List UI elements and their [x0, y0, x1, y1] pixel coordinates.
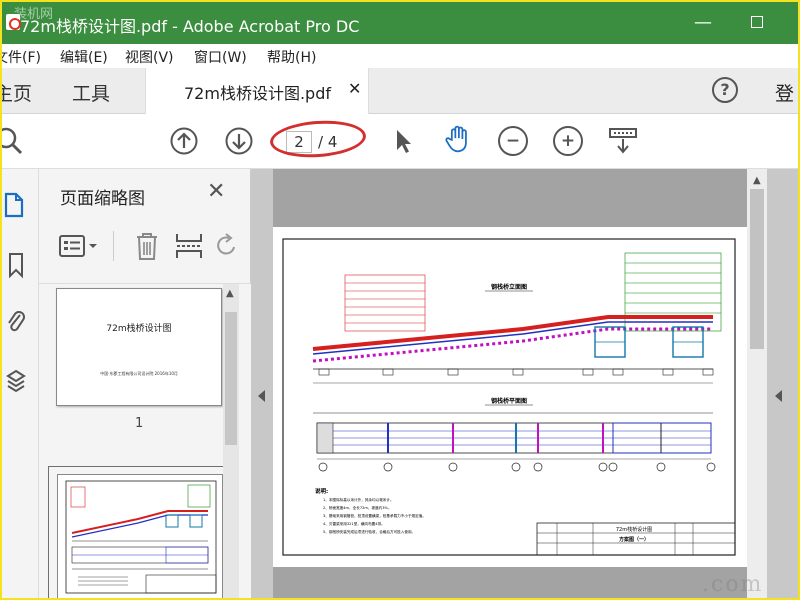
menu-file[interactable]: 文件(F) [2, 47, 41, 67]
thumbnails-close-icon[interactable]: ✕ [207, 179, 225, 204]
search-icon[interactable] [0, 126, 24, 156]
next-page-icon[interactable] [224, 126, 254, 156]
thumbnails-panel-title: 页面缩略图 [60, 189, 145, 209]
page-thumbnail-2[interactable] [57, 474, 223, 598]
maximize-icon [751, 16, 763, 28]
toolbar-divider [113, 231, 114, 261]
title-block-sheet: 方案图（一） [619, 536, 649, 543]
maximize-button[interactable] [742, 8, 772, 38]
scroll-mode-icon[interactable] [608, 126, 638, 156]
navigation-pane-icons [2, 169, 39, 598]
elevation-title: 钢栈桥立面图 [491, 283, 527, 291]
thumbnails-panel: 页面缩略图 ✕ 72m栈桥设计图 中国·东郡工程有限公司设计院 2016年10月… [39, 169, 251, 598]
plan-title: 钢栈桥平面图 [491, 397, 527, 405]
layers-icon[interactable] [6, 367, 26, 395]
title-block-title: 72m栈桥设计图 [616, 526, 652, 533]
previous-page-area [273, 169, 747, 227]
note-5: 5、钢栈桥安装完成后须进行验收，合格后方可投入使用。 [323, 529, 415, 534]
tab-document-label: 72m栈桥设计图.pdf [184, 84, 331, 103]
page-thumbnails-icon[interactable] [4, 191, 24, 219]
thumbnail-options-icon[interactable] [59, 233, 99, 259]
pdf-page-2: 钢栈桥立面图 钢栈桥平面图 说明: 1、本图除标高以米计外，其余均以毫米计。 2… [273, 227, 747, 567]
notes-title: 说明: [315, 487, 328, 495]
minimize-button[interactable]: — [688, 8, 718, 38]
scroll-up-icon[interactable]: ▲ [226, 288, 234, 299]
rotate-page-icon[interactable] [216, 233, 238, 261]
watermark-bottom: .com [702, 572, 764, 597]
thumbnail-2-drawing [65, 480, 217, 594]
thumbnails-scrollbar[interactable]: ▲ [223, 284, 239, 598]
insert-page-icon[interactable] [174, 231, 204, 261]
thumbnail-2-selection [48, 466, 230, 598]
menu-edit[interactable]: 编辑(E) [60, 47, 108, 67]
menu-window[interactable]: 窗口(W) [194, 47, 247, 67]
expand-right-pane-icon[interactable] [775, 390, 782, 402]
bookmarks-icon[interactable] [6, 251, 26, 279]
engineering-drawing: 钢栈桥立面图 钢栈桥平面图 说明: 1、本图除标高以米计外，其余均以毫米计。 2… [282, 238, 736, 556]
thumbnail-1-subtitle: 中国·东郡工程有限公司设计院 2016年10月 [100, 371, 178, 376]
note-2: 2、桥面宽度4m，全长72m，坡度约3%。 [323, 505, 392, 510]
scroll-up-icon[interactable]: ▲ [753, 175, 761, 186]
zoom-out-icon[interactable]: − [498, 126, 528, 156]
login-button[interactable]: 登 [775, 79, 794, 106]
thumbnail-1-title: 72m栈桥设计图 [106, 324, 172, 334]
tab-tools[interactable]: 工具 [72, 79, 110, 106]
attachments-icon[interactable] [6, 309, 26, 337]
collapse-left-pane-icon[interactable] [258, 390, 265, 402]
page-thumbnail-1[interactable]: 72m栈桥设计图 中国·东郡工程有限公司设计院 2016年10月 [56, 288, 222, 406]
help-icon[interactable]: ? [712, 77, 738, 103]
delete-page-icon[interactable] [134, 231, 160, 261]
menu-view[interactable]: 视图(V) [125, 47, 174, 67]
document-scrollbar-thumb[interactable] [750, 189, 764, 349]
next-page-area [273, 567, 747, 598]
tab-home[interactable]: 主页 [2, 79, 32, 106]
thumbnails-toolbar [53, 227, 243, 267]
thumbnails-scrollbar-thumb[interactable] [225, 312, 237, 445]
document-scrollbar[interactable]: ▲ [747, 169, 767, 598]
note-1: 1、本图除标高以米计外，其余均以毫米计。 [323, 497, 394, 502]
toolbar: 2 / 4 − + [2, 114, 798, 169]
select-cursor-icon[interactable] [388, 126, 418, 156]
hand-tool-icon[interactable] [443, 124, 473, 154]
note-4: 4、贝雷梁采用321型，横向布置4排。 [323, 521, 385, 526]
menu-help[interactable]: 帮助(H) [267, 47, 316, 67]
menu-bar: 文件(F) 编辑(E) 视图(V) 窗口(W) 帮助(H) [2, 44, 798, 68]
zoom-in-icon[interactable]: + [553, 126, 583, 156]
thumbnail-list: 72m栈桥设计图 中国·东郡工程有限公司设计院 2016年10月 1 ▲ [39, 283, 251, 598]
previous-page-icon[interactable] [169, 126, 199, 156]
tab-document[interactable]: 72m栈桥设计图.pdf ✕ [145, 68, 369, 114]
tab-close-icon[interactable]: ✕ [348, 79, 361, 98]
tab-bar: 主页 工具 72m栈桥设计图.pdf ✕ ? 登 [2, 68, 798, 114]
note-3: 3、基础采用钢管桩，桩顶设置横梁，桩基承载力不小于规定值。 [323, 513, 426, 518]
acrobat-window: 装机网 72m栈桥设计图.pdf - Adobe Acrobat Pro DC … [0, 0, 800, 600]
thumbnail-1-page-number: 1 [135, 416, 144, 431]
title-bar: 装机网 72m栈桥设计图.pdf - Adobe Acrobat Pro DC … [2, 2, 798, 44]
window-title: 72m栈桥设计图.pdf - Adobe Acrobat Pro DC [20, 17, 360, 36]
